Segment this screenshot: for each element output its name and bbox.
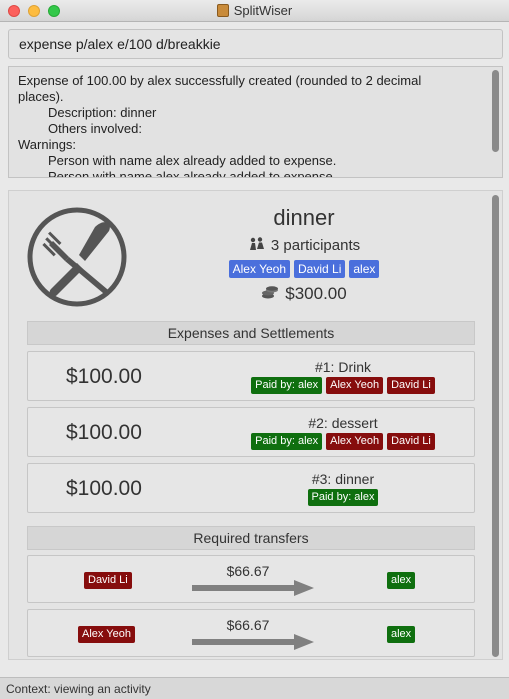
transfer-card[interactable]: David Li $66.67 alex [27,555,475,603]
command-input[interactable]: expense p/alex e/100 d/breakkie [8,29,503,59]
participant-tags: Alex Yeoh David Li alex [129,260,479,278]
status-bar: Context: viewing an activity [0,677,509,699]
transfer-to-tag: alex [387,572,416,589]
result-line: Warnings: [18,137,77,152]
participant-tag: David Li [294,260,346,278]
transfer-from: Alex Yeoh [76,626,137,643]
participant-tag: alex [349,260,380,278]
fork-and-knife-icon [27,207,127,307]
transfer-to-tag: alex [387,626,416,643]
result-display[interactable]: Expense of 100.00 by alex successfully c… [8,66,503,178]
window-title: SplitWiser [233,3,293,18]
expense-amount: $100.00 [66,477,142,500]
right-arrow-icon [192,634,314,650]
result-line: Person with name alex already added to e… [48,169,337,178]
expense-tags: Paid by: alex Alex Yeoh David Li [228,377,458,394]
expense-card[interactable]: $100.00 #1: Drink Paid by: alex Alex Yeo… [27,351,475,401]
activity-total: $300.00 [285,284,347,303]
expense-tags: Paid by: alex [228,489,458,506]
expense-title: #2: dessert [308,415,378,431]
transfer-from: David Li [82,572,134,589]
paid-by-tag: Paid by: alex [251,377,323,394]
right-arrow-icon [192,580,314,596]
transfer-to: alex [385,626,417,643]
transfer-card[interactable]: Alex Yeoh $66.67 alex [27,609,475,657]
title-bar: SplitWiser [0,0,509,22]
expenses-section-header: Expenses and Settlements [27,321,475,345]
paid-by-tag: Paid by: alex [251,433,323,450]
transfer-from-tag: David Li [84,572,132,589]
expense-title: #1: Drink [314,359,372,375]
result-line: Person with name alex already added to e… [48,153,337,168]
expense-amount: $100.00 [66,365,142,388]
coins-icon [262,286,279,299]
expense-tags: Paid by: alex Alex Yeoh David Li [228,433,458,450]
expense-amount: $100.00 [66,421,142,444]
activity-panel: dinner 3 participants Alex Yeoh David Li… [8,190,503,660]
result-scrollbar[interactable] [492,70,499,152]
result-line: Expense of 100.00 by alex successfully c… [18,73,422,88]
result-line: Others involved: [48,121,142,136]
paid-by-tag: Paid by: alex [307,489,379,506]
activity-scrollbar[interactable] [492,195,499,657]
transfer-from-tag: Alex Yeoh [78,626,135,643]
expense-card[interactable]: $100.00 #3: dinner Paid by: alex [27,463,475,513]
involved-tag: Alex Yeoh [326,433,384,450]
result-text: Expense of 100.00 by alex successfully c… [18,73,486,178]
expense-card[interactable]: $100.00 #2: dessert Paid by: alex Alex Y… [27,407,475,457]
participant-tag: Alex Yeoh [228,260,290,278]
transfer-to: alex [385,572,417,589]
result-line: Description: dinner [48,105,157,120]
total-row: $300.00 [129,284,479,304]
activity-name: dinner [273,205,335,230]
participants-count: 3 participants [270,237,361,254]
involved-tag: Alex Yeoh [326,377,384,394]
app-icon [216,4,229,17]
involved-tag: David Li [387,433,435,450]
window-title-wrap: SplitWiser [0,3,509,18]
transfer-amount: $66.67 [226,617,270,633]
expense-title: #3: dinner [311,471,375,487]
people-icon [249,237,264,250]
involved-tag: David Li [387,377,435,394]
transfer-amount: $66.67 [226,563,270,579]
transfers-section-header: Required transfers [27,526,475,550]
participants-row: 3 participants [129,237,479,254]
result-line: places). [18,89,64,104]
